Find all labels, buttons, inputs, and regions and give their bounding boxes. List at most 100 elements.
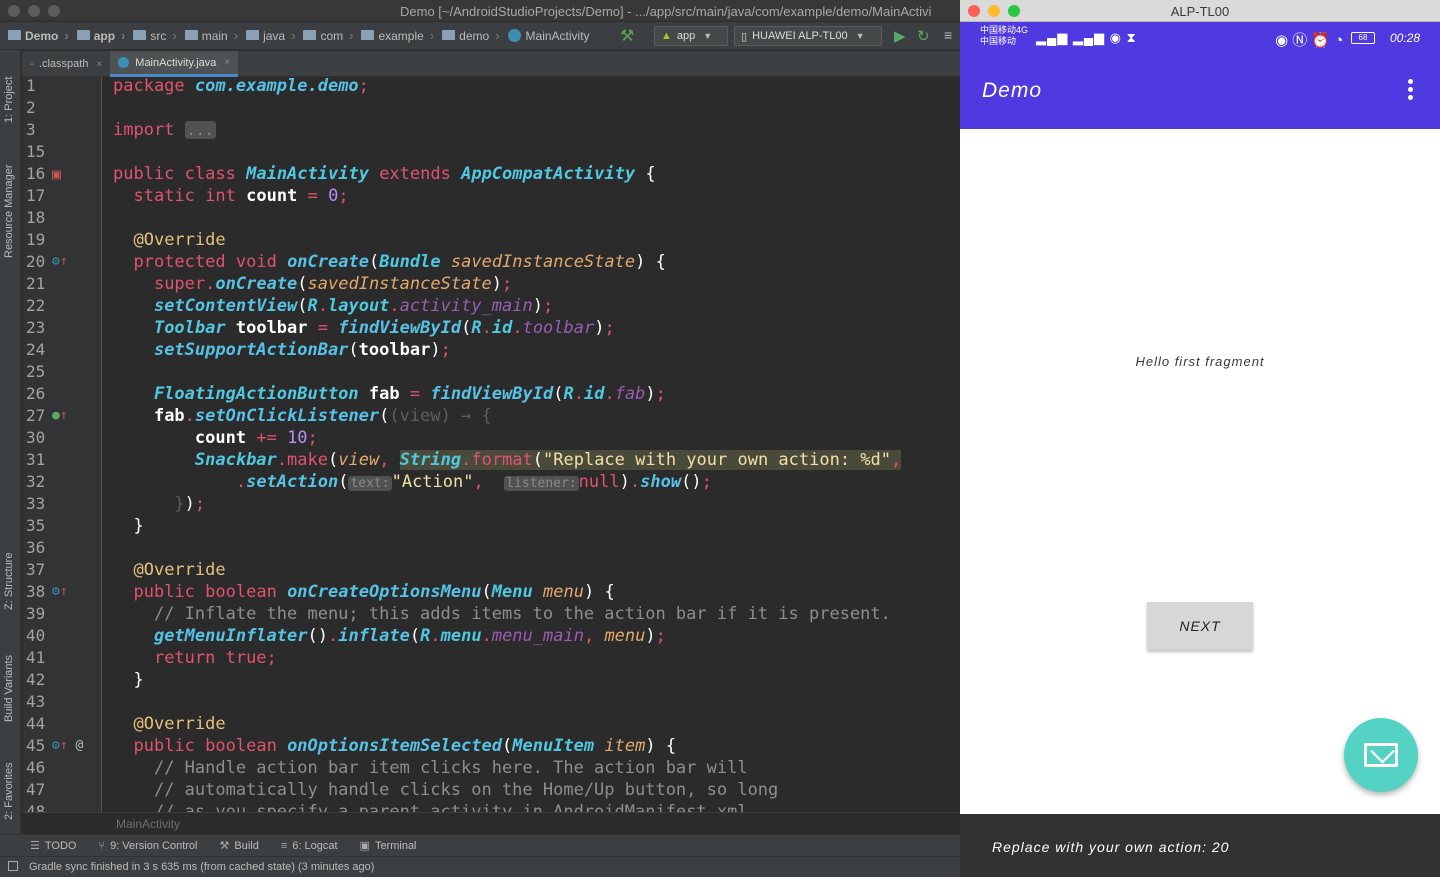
class-run-icon[interactable]: ▣ [52,165,61,183]
status-bar: Gradle sync finished in 3 s 635 ms (from… [0,856,960,877]
app-toolbar: Demo [960,55,1440,129]
close-tab-icon[interactable]: × [224,57,230,68]
code-line[interactable]: 38 ⚙↑ public boolean onCreateOptionsMenu(… [22,581,960,603]
apply-changes-icon[interactable]: ↻ [917,27,930,45]
code-line[interactable]: 39 // Inflate the menu; this adds items … [22,603,960,625]
ide-zoom-button[interactable] [48,5,60,17]
breadcrumb-app[interactable]: app › [75,22,132,50]
line-number: 24 [26,340,46,359]
more-toolbar-icon[interactable]: ≡ [944,27,952,43]
code-line[interactable]: 40 getMenuInflater().inflate(R.menu.menu… [22,625,960,647]
override-method-icon[interactable]: ⚙↑ @ [52,738,83,753]
code-line[interactable]: 1 package com.example.demo; [22,77,960,97]
code-line[interactable]: 20 ⚙↑ protected void onCreate(Bundle save… [22,251,960,273]
code-line[interactable]: 42 } [22,669,960,691]
code-line[interactable]: 31 Snackbar.make(view, String.format("Re… [22,449,960,471]
code-line[interactable]: 27 ●↑ fab.setOnClickListener((view) → { [22,405,960,427]
code-line[interactable]: 36 [22,537,960,559]
code-line[interactable]: 19 @Override [22,229,960,251]
tool-logcat[interactable]: ≡ 6: Logcat [281,840,338,852]
tool-terminal[interactable]: ▣ Terminal [360,839,417,853]
code-line[interactable]: 21 super.onCreate(savedInstanceState); [22,273,960,295]
fab-mail-button[interactable] [1344,718,1418,792]
code-text: // automatically handle clicks on the Ho… [153,780,779,800]
editor-tabs: ▫ .classpath × MainActivity.java × [22,51,960,77]
code-line[interactable]: 41 return true; [22,647,960,669]
android-icon: ▲ [661,30,672,42]
code-line[interactable]: 17 static int count = 0; [22,185,960,207]
overflow-menu-icon[interactable] [1400,79,1420,105]
ide-close-button[interactable] [8,5,20,17]
code-line[interactable]: 26 FloatingActionButton fab = findViewBy… [22,383,960,405]
code-line[interactable]: 45 ⚙↑ @ public boolean onOptionsItemSelec… [22,735,960,757]
breadcrumb-demo[interactable]: Demo › [0,22,75,50]
breadcrumb-java[interactable]: java › [244,22,301,50]
line-number: 46 [26,758,46,777]
lambda-icon[interactable]: ●↑ [52,408,68,423]
tool-version-control[interactable]: ⑂ 9: Version Control [98,840,197,852]
breadcrumb-example[interactable]: example › [359,22,440,50]
code-line[interactable]: 15 [22,141,960,163]
code-text: setContentView(R.layout.activity_main); [153,296,554,316]
next-button[interactable]: NEXT [1147,602,1253,650]
code-line[interactable]: 43 [22,691,960,713]
tab-mainactivity[interactable]: MainActivity.java × [110,51,239,77]
code-line[interactable]: 46 // Handle action bar item clicks here… [22,757,960,779]
tool-build[interactable]: ⚒ Build [220,839,259,853]
folder-icon [76,29,90,40]
snackbar-text: Replace with your own action: 20 [992,839,1230,855]
run-icon[interactable]: ▶ [894,27,906,45]
code-line[interactable]: 44 @Override [22,713,960,735]
build-hammer-icon[interactable]: ⚒ [620,26,634,46]
code-line[interactable]: 37 @Override [22,559,960,581]
override-method-icon[interactable]: ⚙↑ [52,254,68,269]
tool-todo[interactable]: ☰ TODO [30,839,76,853]
code-text: static int count = 0; [133,186,349,206]
code-line[interactable]: 18 [22,207,960,229]
code-line[interactable]: 16 ▣ public class MainActivity extends App… [22,163,960,185]
breadcrumb-main[interactable]: main › [183,22,244,50]
code-text: setSupportActionBar(toolbar); [153,340,451,360]
code-editor[interactable]: 1 package com.example.demo; 2 3 import ... 15… [22,77,960,812]
breadcrumb-demo-package[interactable]: demo › [440,22,505,50]
code-text: }); [174,494,206,514]
tab-classpath[interactable]: ▫ .classpath × [22,51,110,77]
code-line[interactable]: 32 .setAction(text: "Action", listener: nu… [22,471,960,493]
breadcrumb-com[interactable]: com › [301,22,359,50]
line-number: 27 [26,406,46,425]
code-text: public boolean onCreateOptionsMenu(Menu … [133,582,615,602]
line-number: 47 [26,780,46,799]
line-number: 40 [26,626,46,645]
code-line[interactable]: 23 Toolbar toolbar = findViewById(R.id.t… [22,317,960,339]
code-line[interactable]: 33 }); [22,493,960,515]
code-line[interactable]: 3 import ... [22,119,960,141]
run-config-select[interactable]: ▲ app ▼ [654,26,728,46]
code-text: super.onCreate(savedInstanceState); [153,274,513,294]
ide-minimize-button[interactable] [28,5,40,17]
editor-structure-crumb[interactable]: MainActivity [22,812,960,834]
breadcrumb-src[interactable]: src › [131,22,182,50]
close-tab-icon[interactable]: × [96,59,102,70]
code-line[interactable]: 35 } [22,515,960,537]
code-line[interactable]: 48 // as you specify a parent activity i… [22,801,960,812]
line-number: 21 [26,274,46,293]
code-text: fab.setOnClickListener((view) → { [153,406,492,426]
device-select[interactable]: ▯ HUAWEI ALP-TL00 ▼ [734,26,882,46]
status-clock: 00:28 [1390,31,1421,45]
layout-toggle-icon[interactable] [8,861,18,871]
code-line[interactable]: 30 count += 10; [22,427,960,449]
override-method-icon[interactable]: ⚙↑ [52,584,68,599]
code-text: @Override [133,230,226,250]
line-number: 22 [26,296,46,315]
code-line[interactable]: 22 setContentView(R.layout.activity_main… [22,295,960,317]
code-line[interactable]: 25 [22,361,960,383]
code-text: @Override [133,560,226,580]
code-line[interactable]: 2 [22,97,960,119]
breadcrumb-mainactivity[interactable]: MainActivity [506,22,592,50]
code-text: return true; [153,648,277,668]
code-line[interactable]: 24 setSupportActionBar(toolbar); [22,339,960,361]
code-line[interactable]: 47 // automatically handle clicks on the… [22,779,960,801]
ide-titlebar: Demo [~/AndroidStudioProjects/Demo] - ..… [0,0,960,22]
code-text: @Override [133,714,226,734]
android-status-bar: 中国移动4G 中国移动 ▂▄▆ ▂▄▆ ◉ ⧗ ◉ Ⓝ ⏰ ◔ 68 00:28 [960,22,1440,55]
